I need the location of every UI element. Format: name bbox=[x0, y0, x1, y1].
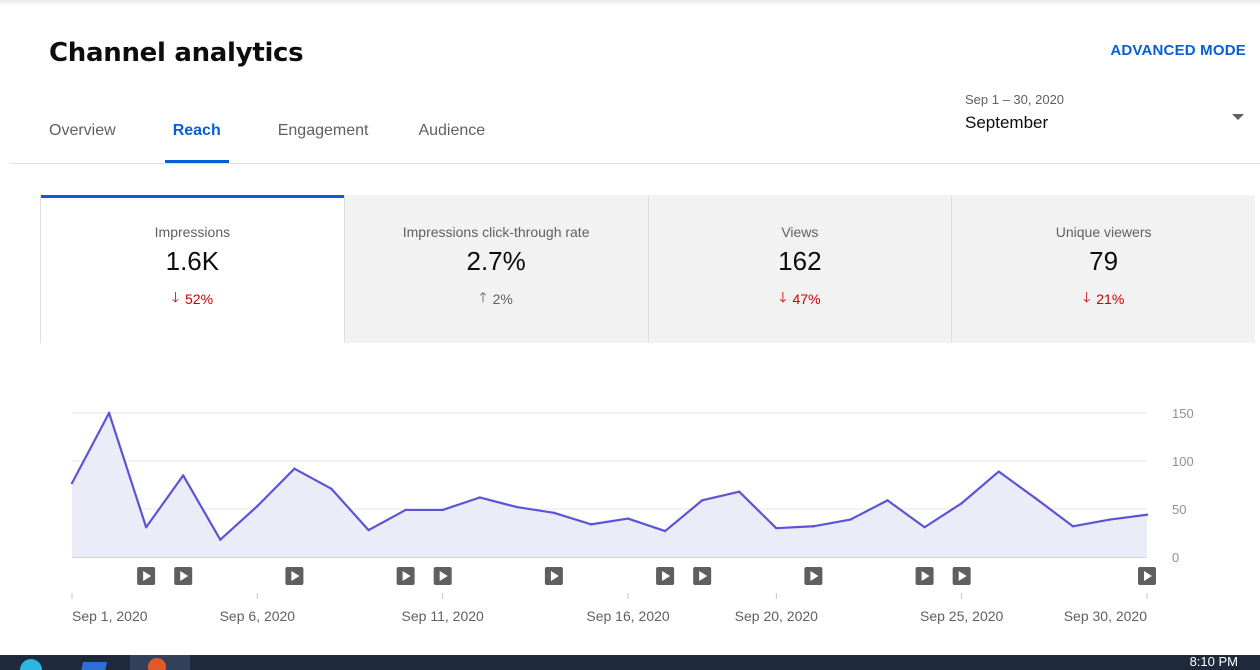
data-point bbox=[441, 508, 444, 512]
y-tick-label: 100 bbox=[1172, 454, 1194, 469]
data-point bbox=[293, 467, 296, 470]
metric-change: 🡓 52% bbox=[41, 287, 344, 311]
y-tick-label: 0 bbox=[1172, 550, 1179, 565]
metric-change-value: 52% bbox=[185, 291, 214, 307]
data-point bbox=[182, 474, 185, 477]
data-point bbox=[478, 496, 481, 499]
data-point bbox=[107, 411, 111, 415]
arrow-down-icon: 🡓 bbox=[779, 289, 787, 305]
metric-change: 🡑 2% bbox=[345, 287, 648, 311]
tab-reach[interactable]: Reach bbox=[164, 110, 229, 163]
arrow-up-icon: 🡑 bbox=[479, 289, 487, 305]
area-fill bbox=[72, 413, 1147, 557]
data-point bbox=[219, 538, 222, 541]
page-title: Channel analytics bbox=[49, 38, 304, 68]
x-tick-label: Sep 11, 2020 bbox=[402, 608, 484, 624]
caret-down-icon[interactable] bbox=[1232, 114, 1244, 120]
play-icon[interactable] bbox=[693, 567, 712, 585]
data-point bbox=[552, 511, 556, 515]
play-icon[interactable] bbox=[396, 567, 415, 585]
tab-engagement[interactable]: Engagement bbox=[278, 110, 369, 163]
data-point bbox=[589, 523, 593, 526]
play-icon[interactable] bbox=[137, 567, 156, 585]
metric-value: 2.7% bbox=[466, 246, 526, 276]
header-divider bbox=[10, 163, 1260, 164]
metric-change: 🡓 47% bbox=[649, 287, 952, 311]
date-range-picker[interactable]: Sep 1 – 30, 2020 September bbox=[965, 92, 1255, 152]
play-icon[interactable] bbox=[544, 567, 563, 585]
metric-title: Views bbox=[781, 224, 819, 240]
data-point bbox=[1034, 497, 1037, 500]
metric-card-unique-viewers[interactable]: Unique viewers 79 🡓 21% bbox=[951, 195, 1255, 343]
metric-change-value: 21% bbox=[1096, 291, 1125, 307]
data-point bbox=[1108, 518, 1112, 521]
play-icon[interactable] bbox=[952, 567, 971, 585]
data-point bbox=[849, 518, 852, 521]
metric-card-impressions[interactable]: Impressions 1.6K 🡓 52% bbox=[40, 195, 344, 343]
data-point bbox=[923, 526, 926, 529]
data-point bbox=[256, 504, 259, 508]
y-tick-label: 50 bbox=[1172, 502, 1186, 517]
data-point bbox=[700, 499, 704, 502]
app-icon[interactable] bbox=[130, 655, 190, 670]
x-tick-label: Sep 20, 2020 bbox=[735, 608, 819, 624]
metric-cards: Impressions 1.6K 🡓 52% Impressions click… bbox=[40, 195, 1255, 343]
data-point bbox=[144, 526, 148, 529]
metric-card-ctr[interactable]: Impressions click-through rate 2.7% 🡑 2% bbox=[343, 195, 648, 343]
browser-icon[interactable] bbox=[20, 659, 42, 670]
data-point bbox=[663, 529, 667, 533]
data-point bbox=[367, 528, 370, 532]
date-range-label: September bbox=[965, 113, 1049, 132]
metric-change: 🡓 21% bbox=[952, 287, 1255, 311]
tab-bar: Overview Reach Engagement Audience bbox=[49, 110, 485, 163]
data-point bbox=[812, 525, 815, 528]
x-tick-label: Sep 1, 2020 bbox=[72, 608, 148, 624]
os-taskbar: 8:10 PM bbox=[0, 655, 1260, 670]
y-tick-label: 150 bbox=[1172, 406, 1194, 421]
data-point bbox=[738, 490, 741, 493]
top-shadow bbox=[0, 0, 1260, 6]
data-point bbox=[960, 502, 963, 505]
data-point bbox=[775, 527, 778, 530]
data-point bbox=[626, 517, 630, 520]
data-point bbox=[1145, 513, 1149, 516]
data-point bbox=[404, 508, 407, 512]
metric-value: 1.6K bbox=[165, 246, 220, 276]
x-tick-label: Sep 25, 2020 bbox=[920, 608, 1004, 624]
play-icon[interactable] bbox=[656, 567, 675, 585]
metric-title: Impressions bbox=[154, 224, 231, 240]
play-icon[interactable] bbox=[174, 567, 193, 585]
impressions-chart: 0 50 100 150 Sep 1, 2020 Sep 6, 2020 Sep 11, 2… bbox=[70, 406, 1194, 624]
folder-icon[interactable] bbox=[80, 662, 108, 670]
metric-change-value: 47% bbox=[792, 291, 821, 307]
metric-change-value: 2% bbox=[492, 291, 513, 307]
date-range-text: Sep 1 – 30, 2020 bbox=[965, 92, 1065, 107]
play-icon[interactable] bbox=[1138, 567, 1156, 585]
metric-title: Unique viewers bbox=[1055, 224, 1152, 240]
data-point bbox=[886, 499, 889, 502]
metric-value: 162 bbox=[778, 246, 822, 276]
play-icon[interactable] bbox=[433, 567, 452, 585]
arrow-down-icon: 🡓 bbox=[1082, 289, 1091, 305]
clock: 8:10 PM bbox=[1189, 654, 1238, 669]
data-point bbox=[997, 470, 1000, 473]
arrow-down-icon: 🡓 bbox=[171, 289, 179, 305]
metric-card-views[interactable]: Views 162 🡓 47% bbox=[647, 195, 952, 343]
x-tick-label: Sep 30, 2020 bbox=[1064, 608, 1148, 624]
play-icon[interactable] bbox=[804, 567, 823, 585]
data-point bbox=[515, 505, 519, 509]
x-tick-label: Sep 16, 2020 bbox=[586, 608, 670, 624]
tab-overview[interactable]: Overview bbox=[49, 110, 116, 163]
data-point bbox=[330, 487, 333, 491]
play-icon[interactable] bbox=[915, 567, 934, 585]
metric-value: 79 bbox=[1089, 246, 1119, 276]
data-point bbox=[1071, 525, 1075, 528]
metric-title: Impressions click-through rate bbox=[402, 224, 590, 240]
tab-audience[interactable]: Audience bbox=[418, 110, 485, 163]
x-tick-label: Sep 6, 2020 bbox=[220, 608, 296, 624]
advanced-mode-button[interactable]: ADVANCED MODE bbox=[1110, 42, 1246, 59]
play-icon[interactable] bbox=[285, 567, 304, 585]
data-point bbox=[70, 481, 74, 485]
